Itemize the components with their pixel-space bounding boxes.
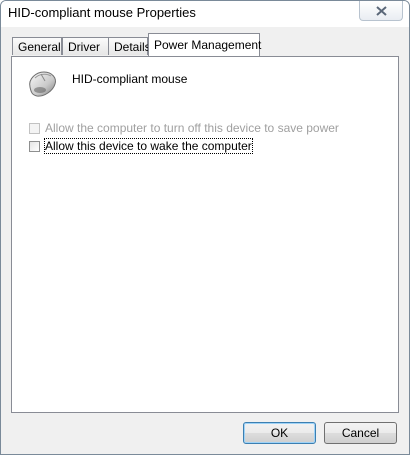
close-button[interactable] bbox=[359, 1, 403, 21]
title-bar[interactable]: HID-compliant mouse Properties bbox=[1, 1, 409, 27]
close-icon bbox=[376, 6, 387, 16]
ok-button[interactable]: OK bbox=[243, 422, 316, 444]
tab-panel-power-management: HID-compliant mouse Allow the computer t… bbox=[11, 56, 399, 413]
tab-general[interactable]: General bbox=[12, 37, 62, 55]
tab-power-management[interactable]: Power Management bbox=[148, 33, 261, 56]
option-allow-turn-off: Allow the computer to turn off this devi… bbox=[29, 120, 339, 136]
allow-turn-off-label: Allow the computer to turn off this devi… bbox=[45, 121, 339, 135]
allow-turn-off-checkbox bbox=[29, 122, 40, 134]
option-allow-wake[interactable]: Allow this device to wake the computer bbox=[29, 138, 253, 154]
cancel-button[interactable]: Cancel bbox=[324, 422, 397, 444]
properties-dialog: HID-compliant mouse Properties General D… bbox=[0, 0, 410, 455]
tab-details[interactable]: Details bbox=[108, 37, 151, 55]
tab-driver[interactable]: Driver bbox=[62, 37, 109, 55]
allow-wake-label[interactable]: Allow this device to wake the computer bbox=[44, 138, 253, 154]
device-name: HID-compliant mouse bbox=[72, 72, 188, 86]
window-title: HID-compliant mouse Properties bbox=[8, 5, 196, 20]
mouse-icon bbox=[29, 71, 56, 97]
allow-wake-checkbox[interactable] bbox=[29, 140, 40, 152]
